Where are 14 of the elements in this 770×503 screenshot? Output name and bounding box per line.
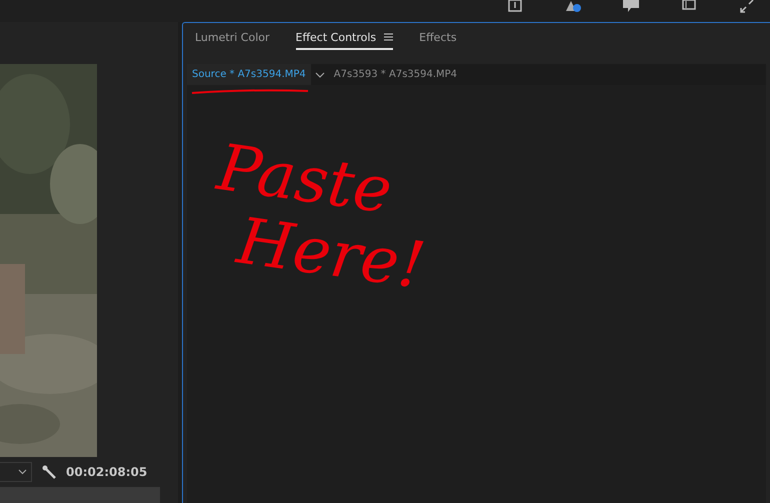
clip-tab[interactable]: A7s3593 * A7s3594.MP4: [328, 64, 462, 85]
clip-tab[interactable]: Source * A7s3594.MP4: [187, 64, 311, 85]
alert-icon[interactable]: [564, 0, 582, 14]
handwritten-note: Paste Here!: [212, 133, 430, 303]
chat-icon[interactable]: [622, 0, 640, 14]
menu-icon[interactable]: [384, 33, 394, 41]
panel-tab[interactable]: Effects: [419, 26, 457, 50]
panel-tab[interactable]: Effect Controls: [296, 26, 394, 50]
chevron-icon: [18, 468, 27, 474]
timecode: 00:02:08:05: [66, 464, 148, 478]
expand-icon[interactable]: [738, 0, 756, 14]
wrench-icon[interactable]: [42, 464, 56, 478]
export-icon[interactable]: [506, 0, 524, 14]
panel-tab[interactable]: Lumetri Color: [195, 26, 270, 50]
